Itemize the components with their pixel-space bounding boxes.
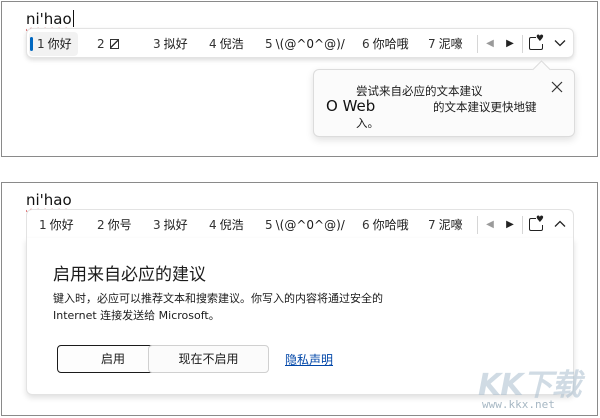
- candidate-text: 泥嚎: [438, 218, 463, 232]
- candidate-number: 6: [362, 218, 370, 232]
- card-description-line-1: 键入时，必应可以推荐文本和搜索建议。你写入的内容将通过安全的: [53, 292, 383, 305]
- typed-pinyin: ni'hao: [26, 10, 72, 28]
- candidate-2[interactable]: 2 你号: [97, 210, 132, 240]
- candidate-4[interactable]: 4 倪浩: [209, 210, 244, 240]
- candidate-number: 1: [39, 218, 47, 232]
- candidate-text: \(@^0^@)/: [275, 37, 345, 51]
- tooltip-line-2: 的文本建议更快地键: [433, 100, 537, 114]
- candidate-text: 倪浩: [219, 37, 244, 51]
- candidate-6[interactable]: 6 你哈哦: [362, 210, 409, 240]
- ime-panel-collapsed: ni'hao 1 你好 2 3 拟好 4 倪浩 5 \(@^0^@)/ 6 你哈哦 7 泥嚎…: [1, 1, 598, 157]
- not-now-button[interactable]: 现在不启用: [148, 345, 269, 373]
- candidate-number: 2: [97, 218, 105, 232]
- candidate-number: 3: [153, 37, 161, 51]
- card-description: 键入时，必应可以推荐文本和搜索建议。你写入的内容将通过安全的 Internet …: [53, 290, 453, 324]
- candidate-1[interactable]: 1 你好: [29, 32, 78, 56]
- candidate-number: 4: [209, 37, 217, 51]
- candidate-text: 拟好: [163, 37, 188, 51]
- candidate-number: 5: [265, 218, 273, 232]
- privacy-statement-link[interactable]: 隐私声明: [285, 351, 333, 368]
- card-description-line-2: Internet 连接发送给 Microsoft。: [53, 309, 220, 322]
- candidate-5[interactable]: 5 \(@^0^@)/: [265, 29, 345, 59]
- bing-suggestion-tooltip: 尝试来自必应的文本建议 O Web 的文本建议更快地键 入。: [313, 69, 575, 137]
- divider: [477, 35, 478, 53]
- composition-text: ni'hao: [26, 10, 74, 28]
- candidate-number: 3: [153, 218, 161, 232]
- candidate-3[interactable]: 3 拟好: [153, 210, 188, 240]
- favorites-icon[interactable]: [529, 34, 544, 50]
- candidate-2[interactable]: 2: [97, 29, 119, 59]
- candidate-bar: 1 你好 2 你号 3 拟好 4 倪浩 5 \(@^0^@)/ 6 你哈哦 7 泥嚎 ◀ ▶: [26, 209, 574, 240]
- candidate-3[interactable]: 3 拟好: [153, 29, 188, 59]
- missing-glyph-icon: [109, 39, 119, 49]
- tooltip-web-text: O Web: [326, 97, 376, 115]
- candidate-text: 你哈哦: [372, 218, 409, 232]
- candidate-text: 你好: [47, 37, 72, 51]
- candidate-5[interactable]: 5 \(@^0^@)/: [265, 210, 345, 240]
- favorites-icon[interactable]: [529, 215, 544, 231]
- candidate-bar: 1 你好 2 3 拟好 4 倪浩 5 \(@^0^@)/ 6 你哈哦 7 泥嚎 ◀ ▶: [26, 28, 574, 58]
- candidate-7[interactable]: 7 泥嚎: [428, 29, 463, 59]
- next-page-icon[interactable]: ▶: [501, 210, 519, 240]
- typed-pinyin: ni'hao: [26, 191, 72, 209]
- tooltip-line-3: 入。: [356, 116, 379, 130]
- candidate-number: 7: [428, 218, 436, 232]
- text-caret: [72, 10, 74, 27]
- previous-page-icon[interactable]: ◀: [481, 210, 499, 240]
- candidate-text: 你哈哦: [372, 37, 409, 51]
- expand-chevron-down-icon[interactable]: [549, 29, 571, 59]
- candidate-text: 你号: [107, 218, 132, 232]
- candidate-number: 1: [37, 37, 45, 51]
- candidate-6[interactable]: 6 你哈哦: [362, 29, 409, 59]
- card-title: 启用来自必应的建议: [53, 265, 206, 285]
- divider: [522, 216, 523, 234]
- candidate-text: 你好: [49, 218, 74, 232]
- site-watermark: KK下载 www.kkx.net: [478, 360, 588, 412]
- candidate-4[interactable]: 4 倪浩: [209, 29, 244, 59]
- close-icon[interactable]: [550, 79, 564, 93]
- candidate-number: 5: [265, 37, 273, 51]
- next-page-icon[interactable]: ▶: [501, 29, 519, 59]
- divider: [477, 216, 478, 234]
- divider: [522, 35, 523, 53]
- candidate-1[interactable]: 1 你好: [39, 210, 74, 240]
- collapse-chevron-up-icon[interactable]: [549, 210, 571, 240]
- candidate-number: 7: [428, 37, 436, 51]
- candidate-text: \(@^0^@)/: [275, 218, 345, 232]
- candidate-number: 2: [97, 37, 105, 51]
- candidate-text: 泥嚎: [438, 37, 463, 51]
- candidate-text: 倪浩: [219, 218, 244, 232]
- candidate-number: 4: [209, 218, 217, 232]
- candidate-7[interactable]: 7 泥嚎: [428, 210, 463, 240]
- previous-page-icon[interactable]: ◀: [481, 29, 499, 59]
- composition-text: ni'hao: [26, 191, 72, 209]
- candidate-number: 6: [362, 37, 370, 51]
- candidate-text: 拟好: [163, 218, 188, 232]
- watermark-url: www.kkx.net: [482, 398, 555, 411]
